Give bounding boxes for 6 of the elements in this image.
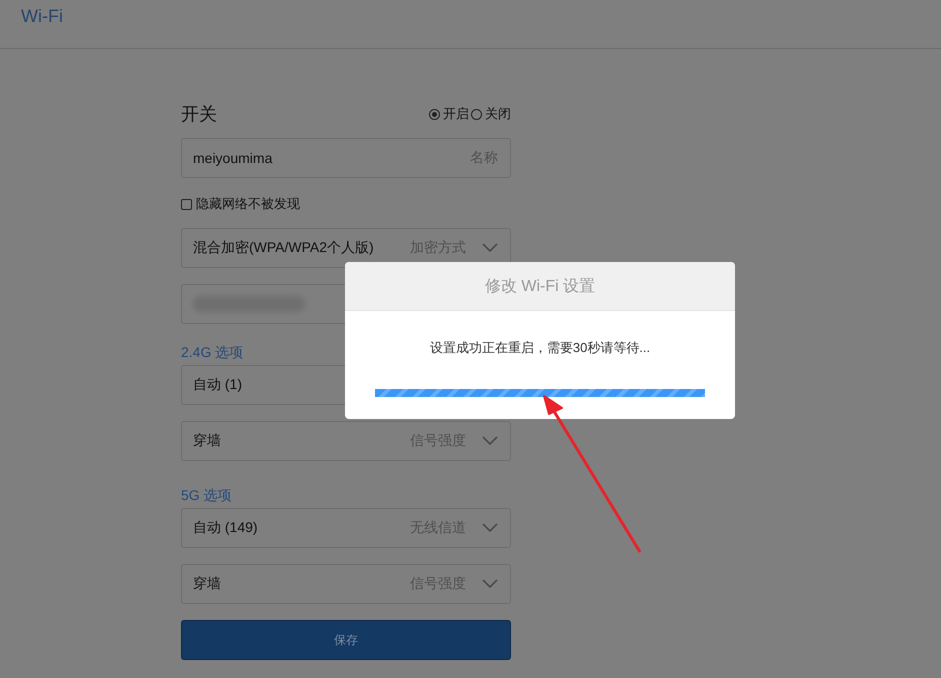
dialog-title: 修改 Wi-Fi 设置 (345, 262, 735, 311)
page-title: Wi-Fi (21, 6, 63, 26)
switch-label: 开关 (181, 103, 217, 126)
section-title: 5G 选项 (181, 487, 232, 505)
section-title: 2.4G 选项 (181, 344, 244, 362)
dialog-message: 设置成功正在重启，需要30秒请等待... (428, 339, 652, 357)
